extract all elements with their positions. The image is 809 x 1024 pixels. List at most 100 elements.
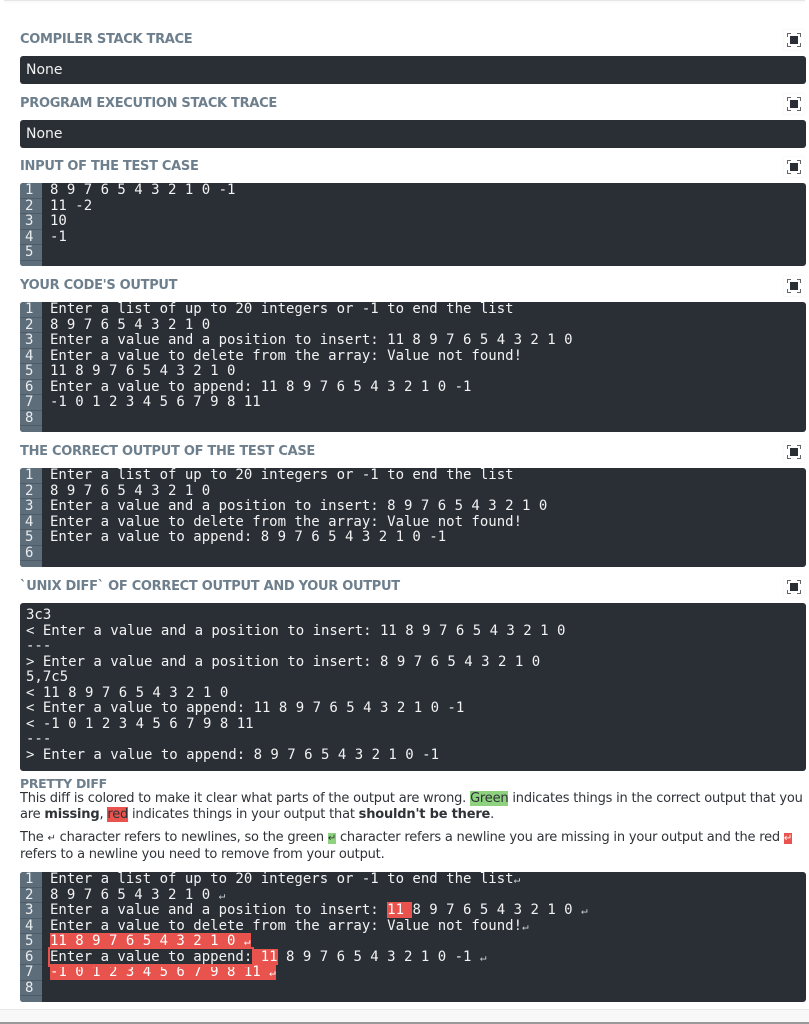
text: This diff is colored to make it clear wh… — [20, 791, 471, 806]
code-line: Enter a value to append: 11 8 9 7 6 5 4 … — [50, 378, 472, 395]
code-lines: 8 9 7 6 5 4 3 2 1 0 -1 11 -2 10 -1 — [42, 183, 235, 266]
input-code-box: 12345 8 9 7 6 5 4 3 2 1 0 -1 11 -2 10 -1 — [20, 183, 806, 266]
extra-text-highlight: 11 — [252, 948, 278, 965]
code-line: 8 9 7 6 5 4 3 2 1 0 -1 — [50, 183, 236, 198]
text: 8 9 7 6 5 4 3 2 1 0 -1 — [277, 948, 480, 965]
top-divider — [4, 0, 805, 1]
section-title: `UNIX DIFF` OF CORRECT OUTPUT AND YOUR O… — [20, 579, 400, 594]
code-line: Enter a value to append: 8 9 7 6 5 4 3 2… — [50, 529, 447, 545]
execution-stack-trace-box: None — [20, 120, 806, 148]
red-label: red — [107, 807, 129, 822]
text: indicates things in your output that — [128, 807, 359, 822]
code-line: Enter a list of up to 20 integers or -1 … — [50, 872, 588, 888]
section-title: PROGRAM EXECUTION STACK TRACE — [20, 96, 277, 111]
newline-icon: ↵ — [513, 873, 521, 886]
newline-icon: ↵ — [479, 950, 487, 964]
line-numbers: 123456 — [20, 468, 42, 567]
input-header: INPUT OF THE TEST CASE — [20, 157, 806, 177]
code-line: Enter a list of up to 20 integers or -1 … — [50, 468, 514, 483]
newline-explanation: The ↵ character refers to newlines, so t… — [20, 830, 806, 863]
your-output-header: YOUR CODE'S OUTPUT — [20, 276, 806, 296]
section-title: THE CORRECT OUTPUT OF THE TEST CASE — [20, 444, 315, 459]
text: Enter a list of up to 20 integers or -1 … — [50, 872, 514, 887]
code-line: -1 — [50, 228, 67, 245]
shouldnt-label: shouldn't be there — [358, 807, 491, 822]
expand-icon[interactable] — [784, 94, 804, 114]
code-line: Enter a value and a position to insert: … — [50, 332, 573, 348]
green-newline-icon: ↵ — [327, 833, 337, 844]
text: character refers a newline you are missi… — [336, 830, 784, 845]
compiler-stack-trace-header: COMPILER STACK TRACE — [20, 30, 806, 50]
extra-text-highlight: -1 0 1 2 3 4 5 6 7 9 8 11 ↵ — [50, 964, 276, 980]
code-lines: Enter a list of up to 20 integers or -1 … — [42, 468, 547, 567]
code-line: Enter a value to append: 11 8 9 7 6 5 4 … — [47, 946, 588, 967]
missing-label: missing — [44, 807, 100, 822]
text: character refers to newlines, so the gre… — [55, 830, 328, 845]
text: -1 0 1 2 3 4 5 6 7 9 8 11 — [50, 964, 270, 980]
text: 8 9 7 6 5 4 3 2 1 0 — [50, 886, 219, 903]
expand-icon[interactable] — [784, 276, 804, 296]
expand-icon[interactable] — [784, 157, 804, 177]
newline-icon: ↵ — [243, 935, 251, 948]
code-line: -1 0 1 2 3 4 5 6 7 9 8 11 ↵ — [50, 964, 588, 981]
code-line: Enter a value to delete from the array: … — [50, 917, 588, 935]
section-title: YOUR CODE'S OUTPUT — [20, 278, 178, 293]
code-lines: Enter a list of up to 20 integers or -1 … — [42, 302, 573, 432]
correct-output-header: THE CORRECT OUTPUT OF THE TEST CASE — [20, 442, 806, 462]
extra-text-highlight: 11 8 9 7 6 5 4 3 2 1 0 ↵ — [50, 933, 251, 949]
diff-line: < Enter a value to append: 11 8 9 7 6 5 … — [26, 700, 465, 716]
unix-diff-box: 3c3 < Enter a value and a position to in… — [20, 603, 806, 771]
code-line: Enter a value and a position to insert: … — [50, 902, 588, 919]
code-line: Enter a value to delete from the array: … — [50, 347, 523, 364]
code-line: Enter a value to delete from the array: … — [50, 513, 523, 530]
line-numbers: 12345678 — [20, 872, 42, 1002]
diff-line: < Enter a value and a position to insert… — [26, 622, 566, 639]
bottom-bar — [0, 1009, 809, 1024]
compiler-stack-trace-box: None — [20, 56, 806, 84]
newline-icon: ↵ — [522, 919, 529, 933]
correct-output-code-box: 123456 Enter a list of up to 20 integers… — [20, 468, 806, 567]
green-label: Green — [470, 791, 509, 806]
expand-icon[interactable] — [784, 577, 804, 597]
code-line: Enter a list of up to 20 integers or -1 … — [50, 302, 514, 317]
section-title: COMPILER STACK TRACE — [20, 32, 193, 47]
code-line: 11 8 9 7 6 5 4 3 2 1 0 ↵ — [50, 933, 588, 950]
execution-stack-trace-header: PROGRAM EXECUTION STACK TRACE — [20, 94, 806, 114]
pretty-diff-explanation: This diff is colored to make it clear wh… — [20, 791, 806, 823]
pretty-diff-title: PRETTY DIFF — [20, 776, 107, 791]
unix-diff-header: `UNIX DIFF` OF CORRECT OUTPUT AND YOUR O… — [20, 577, 806, 597]
code-line: 8 9 7 6 5 4 3 2 1 0 — [50, 316, 211, 333]
pretty-diff-code-box: 12345678 Enter a list of up to 20 intege… — [20, 872, 806, 1002]
code-line: 11 -2 — [50, 197, 93, 214]
text: Enter a value and a position to insert: — [50, 902, 388, 918]
code-lines: Enter a list of up to 20 integers or -1 … — [42, 872, 588, 1002]
code-line: 8 9 7 6 5 4 3 2 1 0 ↵ — [50, 886, 588, 904]
newline-icon: ↵ — [218, 888, 226, 902]
code-line: 10 — [50, 213, 67, 229]
diff-line: 3c3 — [26, 607, 52, 623]
text: Enter a value to delete from the array: … — [50, 917, 523, 934]
code-line: -1 0 1 2 3 4 5 6 7 9 8 11 — [50, 394, 261, 410]
expand-icon[interactable] — [784, 30, 804, 50]
code-line: 8 9 7 6 5 4 3 2 1 0 — [50, 482, 211, 499]
line-numbers: 12345 — [20, 183, 42, 266]
newline-icon: ↵ — [581, 904, 588, 917]
red-newline-icon: ↵ — [783, 833, 793, 844]
diff-line: < -1 0 1 2 3 4 5 6 7 9 8 11 — [26, 715, 254, 732]
expand-icon[interactable] — [784, 442, 804, 462]
diff-line: --- — [26, 638, 52, 654]
code-line: 11 8 9 7 6 5 4 3 2 1 0 — [50, 363, 236, 379]
diff-line: > Enter a value and a position to insert… — [26, 653, 541, 670]
diff-line: 5,7c5 — [26, 669, 69, 685]
section-title: INPUT OF THE TEST CASE — [20, 159, 199, 174]
text: Enter a value to append: — [47, 946, 255, 967]
text: . — [490, 807, 495, 822]
text: 8 9 7 6 5 4 3 2 1 0 — [412, 902, 582, 918]
your-output-code-box: 12345678 Enter a list of up to 20 intege… — [20, 302, 806, 432]
line-numbers: 12345678 — [20, 302, 42, 432]
extra-text-highlight: 11 — [387, 902, 413, 918]
